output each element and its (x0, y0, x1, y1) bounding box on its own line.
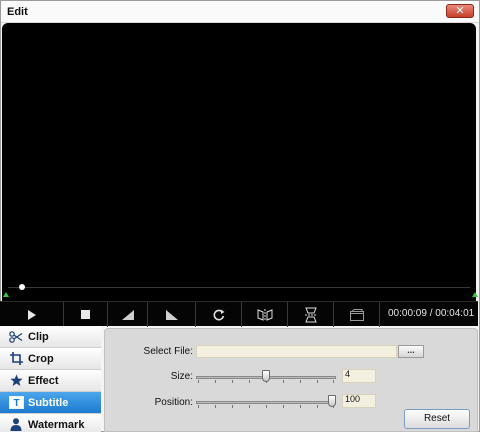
svg-text:T: T (13, 398, 19, 409)
person-icon (8, 417, 24, 432)
scissors-icon (8, 329, 24, 345)
position-label: Position: (154, 397, 193, 408)
stop-icon (81, 310, 90, 319)
sidebar-item-watermark[interactable]: Watermark (0, 414, 101, 432)
size-label: Size: (170, 371, 193, 382)
playback-toolbar: 00:00:09 / 00:04:01 (0, 301, 478, 327)
rotate-button[interactable] (196, 302, 242, 327)
sidebar-item-label: Crop (28, 352, 54, 365)
trim-end-marker[interactable] (472, 292, 478, 297)
position-slider-ticks (198, 405, 334, 408)
sidebar-item-clip[interactable]: Clip (0, 326, 101, 348)
play-button[interactable] (0, 302, 64, 327)
stop-button[interactable] (64, 302, 108, 327)
sidebar-item-label: Watermark (28, 418, 85, 431)
size-slider-thumb[interactable] (262, 370, 270, 382)
subtitle-file-field[interactable] (196, 345, 397, 358)
sidebar-item-effect[interactable]: Effect (0, 370, 101, 392)
position-value-field[interactable]: 100 (342, 394, 376, 408)
sidebar-item-label: Effect (28, 374, 59, 387)
flip-vertical-icon (304, 307, 317, 322)
video-preview[interactable] (2, 23, 476, 301)
close-button[interactable]: ✕ (446, 4, 474, 18)
position-slider-track[interactable] (196, 401, 336, 404)
trim-start-marker[interactable] (3, 292, 9, 297)
sidebar-item-label: Clip (28, 330, 49, 343)
snapshot-button[interactable] (334, 302, 380, 327)
snapshot-icon (349, 308, 364, 321)
flip-vertical-button[interactable] (288, 302, 334, 327)
sidebar-item-label: Subtitle (28, 396, 69, 409)
sidebar-item-subtitle[interactable]: T Subtitle (0, 392, 101, 414)
title-bar: Edit ✕ (1, 1, 479, 23)
sidebar-item-crop[interactable]: Crop (0, 348, 101, 370)
edit-sidebar: Clip Crop Effect T Subtitle Watermark (0, 326, 101, 432)
seek-bar[interactable] (8, 287, 470, 288)
volume-down-button[interactable] (108, 302, 148, 327)
window-title: Edit (7, 6, 28, 18)
rotate-icon (213, 309, 224, 320)
star-icon (8, 373, 24, 389)
volume-down-icon (121, 309, 134, 320)
flip-horizontal-button[interactable] (242, 302, 288, 327)
play-icon (27, 309, 36, 320)
flip-horizontal-icon (257, 308, 272, 321)
time-display: 00:00:09 / 00:04:01 (388, 308, 475, 319)
position-slider-thumb[interactable] (328, 395, 336, 407)
crop-icon (8, 351, 24, 367)
volume-up-icon (165, 309, 178, 320)
seek-thumb[interactable] (18, 284, 25, 290)
size-value-field[interactable]: 4 (342, 369, 376, 383)
subtitle-icon: T (8, 395, 24, 411)
browse-button[interactable]: ... (398, 345, 424, 358)
select-file-label: Select File: (143, 346, 193, 357)
reset-button[interactable]: Reset (404, 409, 470, 429)
volume-up-button[interactable] (148, 302, 196, 327)
